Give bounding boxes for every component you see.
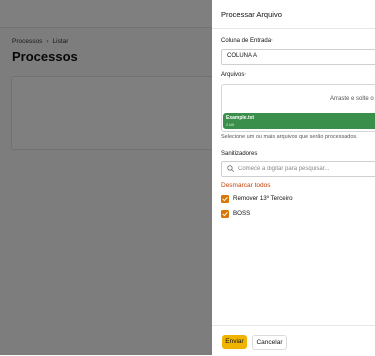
sanitizer-checkbox[interactable]	[221, 210, 229, 218]
files-help-text: Selecione um ou mais arquivos que serão …	[221, 134, 358, 140]
uploaded-file-item[interactable]: Example.txt 2 kB	[223, 113, 375, 129]
input-column-label-text: Coluna de Entrada	[221, 38, 272, 44]
input-column-label: Coluna de Entrada*	[221, 38, 273, 44]
sanitizer-label: Remover 13º Terceiro	[233, 195, 293, 202]
sanitizer-search-input[interactable]	[238, 164, 368, 173]
drawer-header: Processar Arquivo	[212, 0, 375, 29]
required-marker: *	[244, 72, 247, 77]
file-size: 2 kB	[226, 122, 235, 127]
sanitizer-checkbox[interactable]	[221, 195, 229, 203]
dropzone-text: Arraste e solte o	[330, 96, 374, 102]
sanitizer-search-field[interactable]	[221, 161, 375, 177]
sanitizer-label: BOSS	[233, 210, 251, 217]
files-label: Arquivos*	[221, 72, 246, 78]
check-icon	[222, 197, 228, 202]
process-file-drawer: Processar Arquivo Coluna de Entrada* COL…	[212, 0, 375, 356]
files-label-text: Arquivos	[221, 72, 245, 78]
submit-button[interactable]: Enviar	[222, 335, 247, 349]
drawer-title: Processar Arquivo	[221, 10, 282, 19]
required-marker: *	[271, 38, 273, 43]
drawer-footer: Enviar Cancelar	[212, 325, 375, 356]
sanitizers-label: Sanitizadores	[221, 151, 258, 157]
file-name: Example.txt	[226, 115, 255, 121]
search-icon	[227, 165, 234, 172]
input-column-select[interactable]: COLUNA A	[221, 49, 375, 65]
check-icon	[222, 212, 228, 217]
input-column-value: COLUNA A	[227, 53, 258, 59]
cancel-button[interactable]: Cancelar	[252, 335, 287, 350]
uncheck-all-link[interactable]: Desmarcar todos	[221, 182, 271, 189]
